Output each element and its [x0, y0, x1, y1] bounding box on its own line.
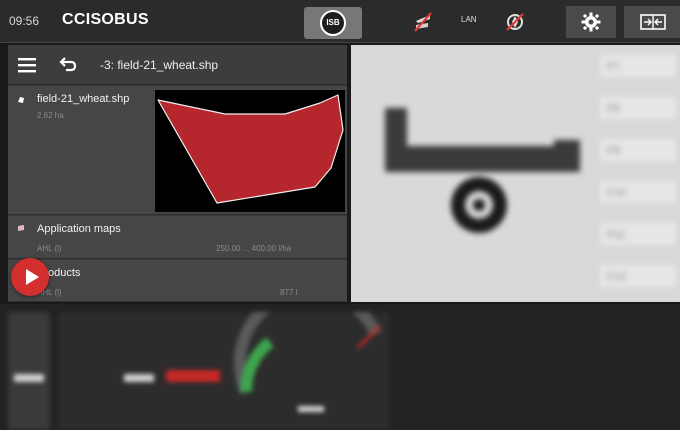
dashboard-panel [0, 304, 680, 430]
clock: 09:56 [9, 14, 40, 28]
function-key[interactable]: F12 [598, 263, 678, 289]
switch-screen-icon [640, 14, 666, 30]
application-maps-card[interactable]: Application maps AHL (l) 250.00 ... 400.… [8, 216, 347, 259]
back-arrow-icon[interactable] [59, 56, 77, 72]
function-key[interactable]: F9 [598, 137, 678, 163]
function-key[interactable]: F8 [598, 95, 678, 121]
application-map-range: 250.00 ... 400.00 l/ha [216, 244, 292, 253]
machine-mask-panel: F7 F8 F9 F10 F11 F12 [351, 45, 680, 302]
products-card[interactable]: Products AHL (l) 877 l [8, 260, 347, 302]
menu-icon[interactable] [18, 57, 36, 73]
machine-mask-content: F7 F8 F9 F10 F11 F12 [351, 45, 680, 302]
gear-icon [581, 12, 601, 32]
field-name: field-21_wheat.shp [37, 93, 130, 105]
application-map-icon [18, 225, 24, 231]
isb-button[interactable]: ISB [304, 7, 362, 39]
field-panel: -3: field-21_wheat.shp field-21_wheat.sh… [8, 45, 347, 302]
field-boundary-map [155, 90, 345, 212]
function-key[interactable]: F10 [598, 179, 678, 205]
application-maps-label: Application maps [37, 223, 121, 235]
function-key[interactable]: F7 [598, 53, 678, 79]
settings-button[interactable] [566, 6, 616, 38]
speed-gauge-widget [228, 304, 390, 430]
field-icon [18, 97, 24, 103]
top-status-bar: 09:56 CCISOBUS ISB LAN [0, 0, 680, 43]
file-title: -3: field-21_wheat.shp [100, 58, 219, 72]
side-widget [8, 312, 50, 430]
dashboard-content [0, 304, 680, 430]
play-button[interactable] [11, 258, 49, 296]
function-key[interactable]: F11 [598, 221, 678, 247]
field-area: 2.62 ha [37, 111, 64, 120]
speed-gauge [233, 304, 382, 412]
implement-widget [58, 312, 228, 430]
implement-icon [385, 108, 580, 233]
brand-logo: CCISOBUS [62, 11, 149, 28]
section-control-off-icon[interactable] [412, 11, 434, 33]
navigation-bar: -3: field-21_wheat.shp [8, 45, 347, 85]
product-amount: 877 l [280, 288, 298, 297]
field-card[interactable]: field-21_wheat.shp 2.62 ha [8, 86, 347, 215]
gps-off-icon[interactable] [504, 11, 526, 33]
isb-icon: ISB [320, 10, 346, 36]
application-map-product: AHL (l) [37, 244, 62, 253]
switch-screen-button[interactable] [624, 6, 680, 38]
field-boundary-shape [157, 94, 344, 204]
lan-icon: LAN [461, 15, 477, 24]
